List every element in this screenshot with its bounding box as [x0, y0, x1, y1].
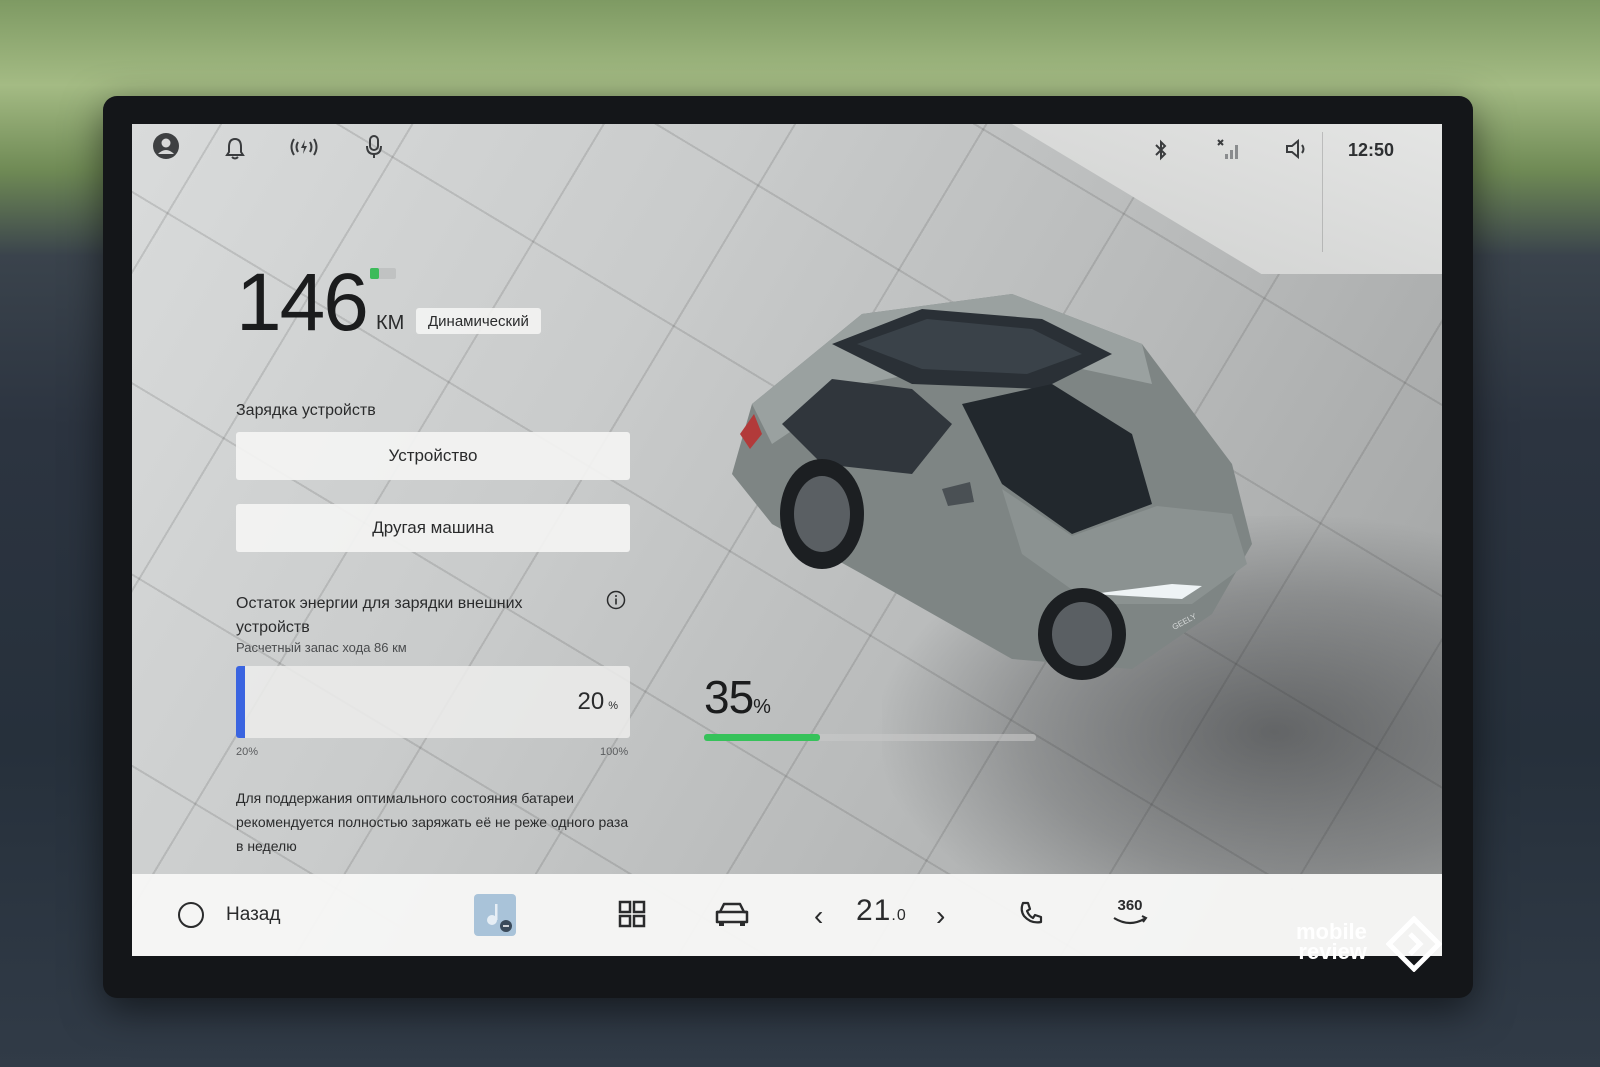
back-button[interactable]: Назад — [226, 904, 280, 926]
other-car-button[interactable]: Другая машина — [236, 504, 630, 552]
slider-min-label: 20% — [236, 746, 259, 758]
battery-mini-indicator — [370, 268, 396, 279]
home-circle-icon[interactable] — [178, 902, 204, 928]
range-unit: КМ — [376, 312, 405, 334]
estimated-range-text: Расчетный запас хода 86 км — [236, 640, 407, 655]
temperature-increase-icon[interactable]: › — [936, 900, 945, 932]
volume-icon[interactable] — [1284, 137, 1308, 161]
car-settings-icon[interactable] — [714, 898, 750, 928]
range-value: 146 — [236, 257, 369, 348]
battery-mini-fill — [370, 268, 380, 279]
infotainment-screen: 12:50 146 КМ Динамический Зарядка устрой… — [132, 124, 1442, 956]
clock: 12:50 — [1347, 140, 1394, 160]
soc-bar-track — [704, 734, 1036, 741]
watermark-logo — [1386, 916, 1442, 972]
phone-icon[interactable] — [1018, 900, 1044, 926]
energy-reserve-slider-fill — [236, 666, 245, 738]
rotate-icon — [1113, 914, 1148, 924]
state-of-charge: 35% — [704, 671, 771, 723]
music-app-icon[interactable] — [474, 894, 516, 936]
energy-reserve-slider[interactable]: 20% — [236, 666, 630, 738]
car-image: GEELY — [732, 294, 1252, 680]
energy-reserve-title: Остаток энергии для зарядки внешних устр… — [236, 595, 523, 636]
device-button[interactable]: Устройство — [236, 432, 630, 480]
temperature-value: 21.0 — [856, 894, 907, 927]
bell-icon[interactable] — [224, 136, 246, 160]
wireless-charging-icon[interactable] — [288, 136, 320, 158]
watermark-text: mobile review — [1296, 919, 1367, 964]
info-icon[interactable] — [606, 590, 626, 610]
status-bar: 12:50 — [132, 124, 1442, 178]
temperature-decrease-icon[interactable]: ‹ — [814, 900, 823, 932]
microphone-icon[interactable] — [364, 134, 384, 160]
slider-max-label: 100% — [600, 746, 629, 758]
camera-360-label: 360 — [1117, 896, 1143, 914]
soc-bar-fill — [704, 734, 821, 741]
no-signal-icon — [1216, 138, 1242, 160]
battery-care-note: Для поддержания оптимального состояния б… — [236, 790, 629, 854]
bottom-dock: Назад ‹ 21.0 › 360 — [132, 874, 1442, 956]
camera-360-button[interactable]: 360 — [1110, 892, 1150, 932]
user-icon[interactable] — [152, 132, 180, 160]
device-charging-title: Зарядка устройств — [236, 402, 376, 419]
energy-reserve-value: 20% — [577, 688, 618, 715]
apps-grid-icon[interactable] — [618, 900, 646, 928]
drive-mode-badge[interactable]: Динамический — [416, 308, 541, 334]
bluetooth-icon[interactable] — [1152, 138, 1170, 162]
